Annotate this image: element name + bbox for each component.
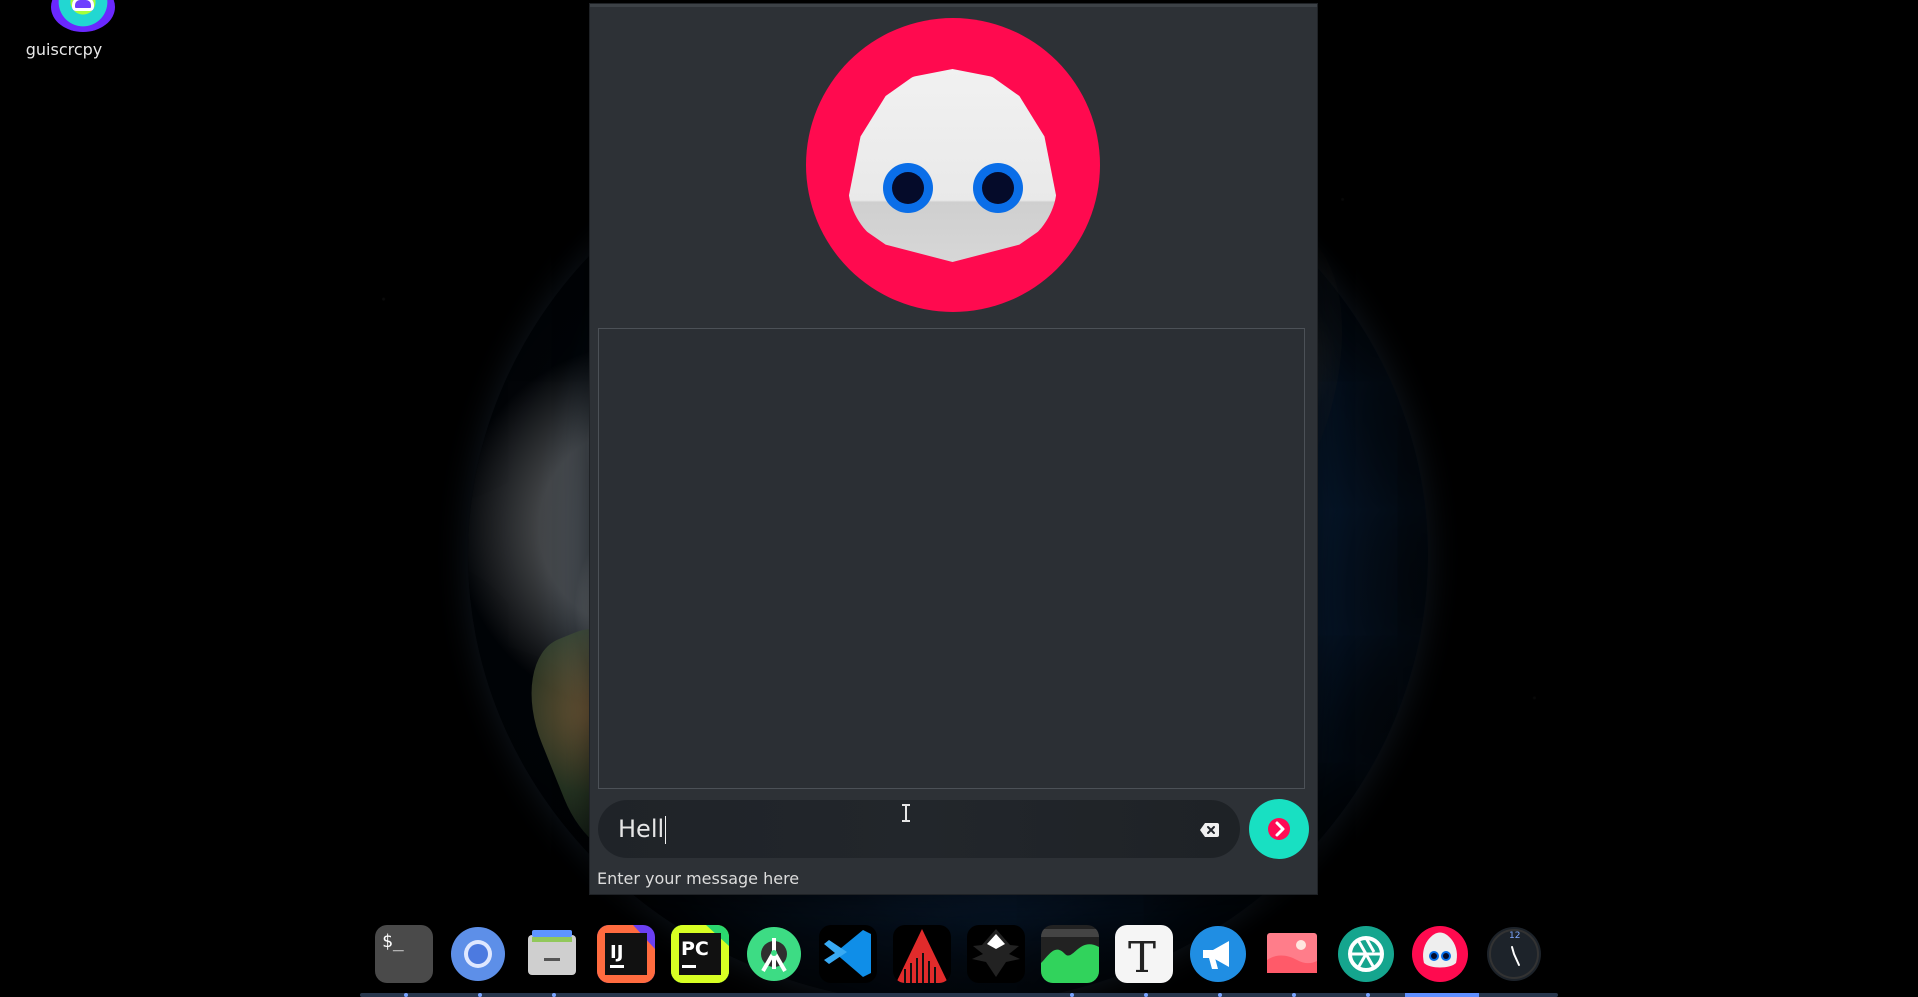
running-indicator bbox=[478, 993, 482, 997]
audio-visualizer-icon[interactable] bbox=[893, 925, 951, 983]
running-indicator bbox=[1292, 993, 1296, 997]
message-input-row: Hell bbox=[598, 799, 1309, 861]
running-indicator bbox=[1366, 993, 1370, 997]
inkscape-icon[interactable] bbox=[967, 925, 1025, 983]
running-indicator bbox=[552, 993, 556, 997]
guiscrcpy-icon bbox=[51, 0, 115, 32]
i-beam-cursor-icon bbox=[902, 804, 910, 822]
window-top-border bbox=[590, 4, 1317, 7]
system-monitor-icon[interactable] bbox=[1041, 925, 1099, 983]
chromium-icon[interactable] bbox=[449, 925, 507, 983]
mascot-left-eye bbox=[883, 163, 933, 213]
running-indicator bbox=[1144, 993, 1148, 997]
intellij-idea-icon[interactable]: IJ bbox=[597, 925, 655, 983]
send-button[interactable] bbox=[1249, 799, 1309, 859]
helper-text: Enter your message here bbox=[597, 869, 800, 888]
svg-text:IJ: IJ bbox=[610, 942, 623, 963]
running-indicator bbox=[1070, 993, 1074, 997]
terminal-icon[interactable]: $_ bbox=[375, 925, 433, 983]
image-viewer-icon[interactable] bbox=[1263, 925, 1321, 983]
text-editor-icon[interactable]: T bbox=[1115, 925, 1173, 983]
message-input[interactable]: Hell bbox=[598, 800, 1240, 858]
clock-icon[interactable]: 12 bbox=[1485, 925, 1543, 983]
chat-app-window: Hell Enter your message here bbox=[590, 4, 1317, 894]
backspace-x-icon bbox=[1200, 823, 1219, 837]
message-input-value: Hell bbox=[618, 815, 665, 843]
active-app-indicator bbox=[1405, 993, 1479, 997]
chat-history-panel bbox=[598, 328, 1305, 789]
chevron-right-icon bbox=[1268, 818, 1290, 840]
clock-number: 12 bbox=[1509, 931, 1520, 941]
application-dock: $_ IJ PC T 12 bbox=[360, 913, 1558, 997]
svg-text:$_: $_ bbox=[382, 931, 404, 952]
clear-input-button[interactable] bbox=[1200, 822, 1220, 838]
svg-text:T: T bbox=[1128, 933, 1156, 982]
megaphone-icon[interactable] bbox=[1189, 925, 1247, 983]
android-studio-icon[interactable] bbox=[745, 925, 803, 983]
robot-mascot-icon bbox=[806, 18, 1100, 312]
svg-text:PC: PC bbox=[681, 938, 709, 960]
desktop: guiscrcpy Hell Enter your message here $… bbox=[0, 0, 1918, 997]
robot-mascot-icon[interactable] bbox=[1411, 925, 1469, 983]
running-indicator bbox=[1218, 993, 1222, 997]
aperture-icon[interactable] bbox=[1337, 925, 1395, 983]
desktop-icon-guiscrcpy[interactable]: guiscrcpy bbox=[20, 0, 115, 62]
mascot-right-eye bbox=[973, 163, 1023, 213]
vscode-icon[interactable] bbox=[819, 925, 877, 983]
pycharm-icon[interactable]: PC bbox=[671, 925, 729, 983]
mascot-face bbox=[848, 69, 1057, 262]
chat-message-area[interactable] bbox=[599, 329, 1304, 788]
desktop-icon-label: guiscrcpy bbox=[25, 40, 103, 59]
files-icon[interactable] bbox=[523, 925, 581, 983]
dock-bottom-bar bbox=[360, 993, 1558, 997]
text-caret bbox=[665, 816, 667, 844]
running-indicator bbox=[404, 993, 408, 997]
